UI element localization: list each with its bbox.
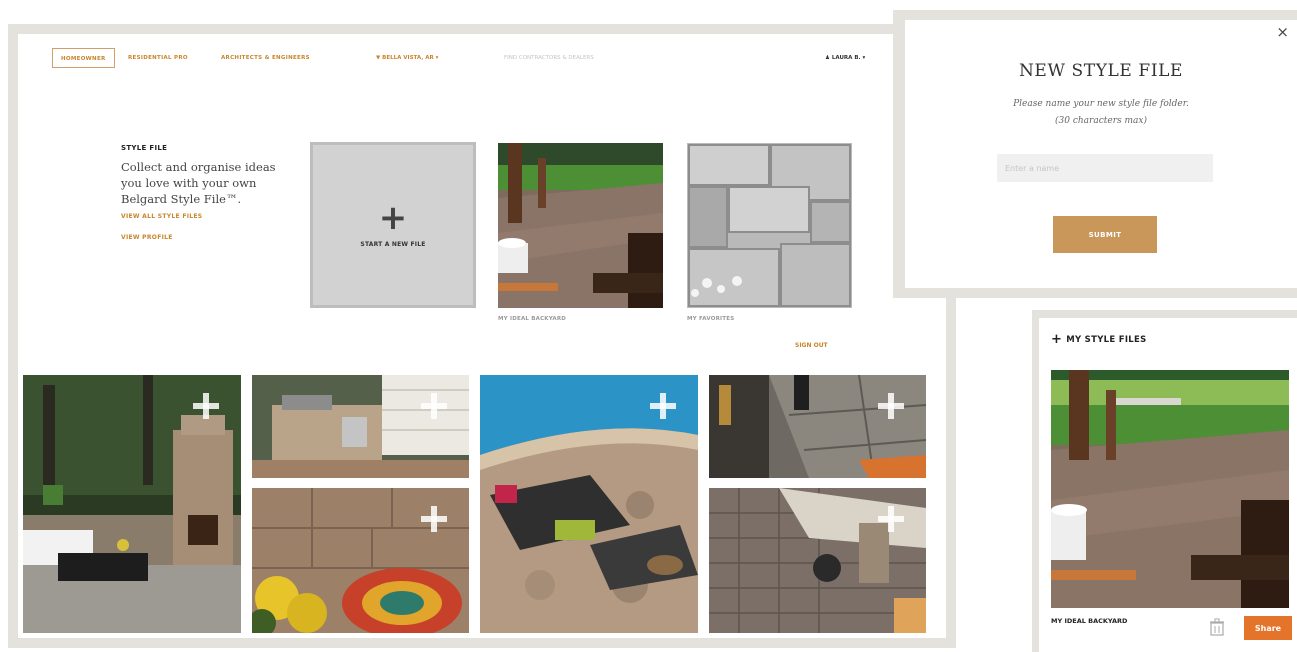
grid-tile-pool-deck[interactable] <box>480 375 698 633</box>
style-file-page: HOMEOWNER RESIDENTIAL PRO ARCHITECTS & E… <box>18 34 946 638</box>
tab-homeowner[interactable]: HOMEOWNER <box>52 48 115 68</box>
user-icon: ♟ <box>825 55 832 61</box>
submit-button[interactable]: SUBMIT <box>1053 216 1157 253</box>
outdoor-kitchen-photo <box>252 375 469 478</box>
my-style-files-panel: + MY STYLE FILES MY IDEAL BACKYARD Share <box>1039 318 1297 652</box>
style-file-my-favorites[interactable] <box>687 143 852 308</box>
sign-out-link[interactable]: SIGN OUT <box>795 342 828 349</box>
backyard-photo <box>1051 370 1289 608</box>
style-file-intro: STYLE FILE Collect and organise ideas yo… <box>121 144 291 241</box>
new-style-file-dialog: × NEW STYLE FILE Please name your new st… <box>905 20 1297 288</box>
slate-pavers-photo <box>709 375 926 478</box>
my-style-files-title: MY STYLE FILES <box>1066 335 1147 345</box>
style-file-my-ideal-backyard[interactable] <box>498 143 663 308</box>
intro-description: Collect and organise ideas you love with… <box>121 160 276 206</box>
add-to-style-file-icon[interactable] <box>193 393 219 419</box>
style-file-name-input[interactable] <box>997 154 1213 182</box>
chevron-down-icon: ▾ <box>860 55 866 61</box>
user-name: LAURA B. <box>831 55 861 61</box>
add-to-style-file-icon[interactable] <box>421 506 447 532</box>
add-to-style-file-icon[interactable] <box>878 506 904 532</box>
trash-icon[interactable] <box>1209 618 1225 636</box>
location-selector[interactable]: ▼ BELLA VISTA, AR ▾ <box>376 48 438 68</box>
grid-tile-slate-pavers[interactable] <box>709 375 926 478</box>
grid-tile-flowers-rug[interactable] <box>252 488 469 633</box>
add-to-style-file-icon[interactable] <box>421 393 447 419</box>
close-icon[interactable]: × <box>1276 23 1289 41</box>
dialog-subtitle: Please name your new style file folder. … <box>905 96 1297 130</box>
new-style-file-dialog-frame: × NEW STYLE FILE Please name your new st… <box>893 10 1297 298</box>
main-window: HOMEOWNER RESIDENTIAL PRO ARCHITECTS & E… <box>8 24 956 648</box>
panel-style-file-thumbnail[interactable] <box>1051 370 1289 608</box>
plus-icon: + <box>1051 332 1063 347</box>
add-to-style-file-icon[interactable] <box>878 393 904 419</box>
my-style-files-panel-frame: + MY STYLE FILES MY IDEAL BACKYARD Share <box>1032 310 1297 652</box>
file-label-my-favorites: MY FAVORITES <box>687 316 735 322</box>
tab-residential-pro[interactable]: RESIDENTIAL PRO <box>128 48 188 68</box>
view-all-style-files-link[interactable]: VIEW ALL STYLE FILES <box>121 213 291 220</box>
plus-icon: + <box>378 197 408 238</box>
grid-tile-fireplace-patio[interactable] <box>23 375 241 633</box>
dialog-subtitle-line2: (30 characters max) <box>1055 116 1147 126</box>
my-style-files-header[interactable]: + MY STYLE FILES <box>1051 332 1147 347</box>
share-button[interactable]: Share <box>1244 616 1292 640</box>
chevron-down-icon: ▾ <box>433 55 439 61</box>
dialog-subtitle-line1: Please name your new style file folder. <box>1013 99 1189 109</box>
intro-heading: STYLE FILE <box>121 144 168 152</box>
add-to-style-file-icon[interactable] <box>650 393 676 419</box>
backyard-photo <box>498 143 663 308</box>
grid-tile-cobblestone-cart[interactable] <box>709 488 926 633</box>
search-input[interactable] <box>504 50 744 66</box>
location-label: BELLA VISTA, AR <box>382 55 434 61</box>
user-menu[interactable]: ♟ LAURA B. ▾ <box>825 48 865 68</box>
start-new-file-label: START A NEW FILE <box>360 240 426 248</box>
top-navigation: HOMEOWNER RESIDENTIAL PRO ARCHITECTS & E… <box>18 34 946 78</box>
grid-tile-outdoor-kitchen[interactable] <box>252 375 469 478</box>
start-new-file-button[interactable]: + START A NEW FILE <box>310 142 476 308</box>
dialog-title: NEW STYLE FILE <box>1018 61 1184 81</box>
view-profile-link[interactable]: VIEW PROFILE <box>121 234 291 241</box>
file-label-my-ideal-backyard: MY IDEAL BACKYARD <box>498 316 567 322</box>
panel-file-label: MY IDEAL BACKYARD <box>1051 617 1128 625</box>
stone-wall-photo <box>687 143 852 308</box>
tab-architects-engineers[interactable]: ARCHITECTS & ENGINEERS <box>221 48 310 68</box>
